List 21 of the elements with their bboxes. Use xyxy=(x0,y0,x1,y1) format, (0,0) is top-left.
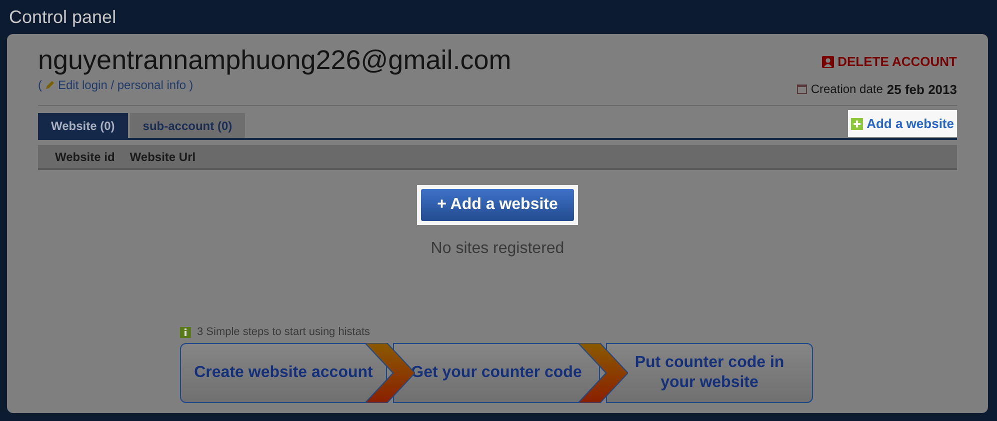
calendar-icon xyxy=(796,84,807,94)
info-icon xyxy=(180,326,191,338)
user-icon xyxy=(822,56,834,68)
page-title: Control panel xyxy=(8,6,118,29)
plus-icon xyxy=(850,118,863,130)
pencil-icon xyxy=(45,80,55,90)
column-header: Website Url xyxy=(130,148,196,166)
column-header: Website id xyxy=(55,148,115,166)
delete-account-button[interactable]: DELETE ACCOUNT xyxy=(822,52,957,72)
steps-hint: 3 Simple steps to start using histats xyxy=(197,325,370,340)
creation-date-label: Creation date xyxy=(810,81,883,98)
tab[interactable]: sub-account (0) xyxy=(130,113,246,138)
account-email: nguyentrannamphuong226@gmail.com xyxy=(38,44,512,76)
paren: ( xyxy=(38,77,42,94)
add-website-link[interactable]: Add a website xyxy=(848,110,957,137)
empty-message: No sites registered xyxy=(430,239,564,259)
tab[interactable]: Website (0) xyxy=(38,113,128,138)
creation-date: 25 feb 2013 xyxy=(886,80,957,98)
paren: ) xyxy=(189,77,194,94)
add-website-button[interactable]: + Add a website xyxy=(421,189,574,221)
edit-login-link[interactable]: Edit login / personal info xyxy=(58,76,186,94)
